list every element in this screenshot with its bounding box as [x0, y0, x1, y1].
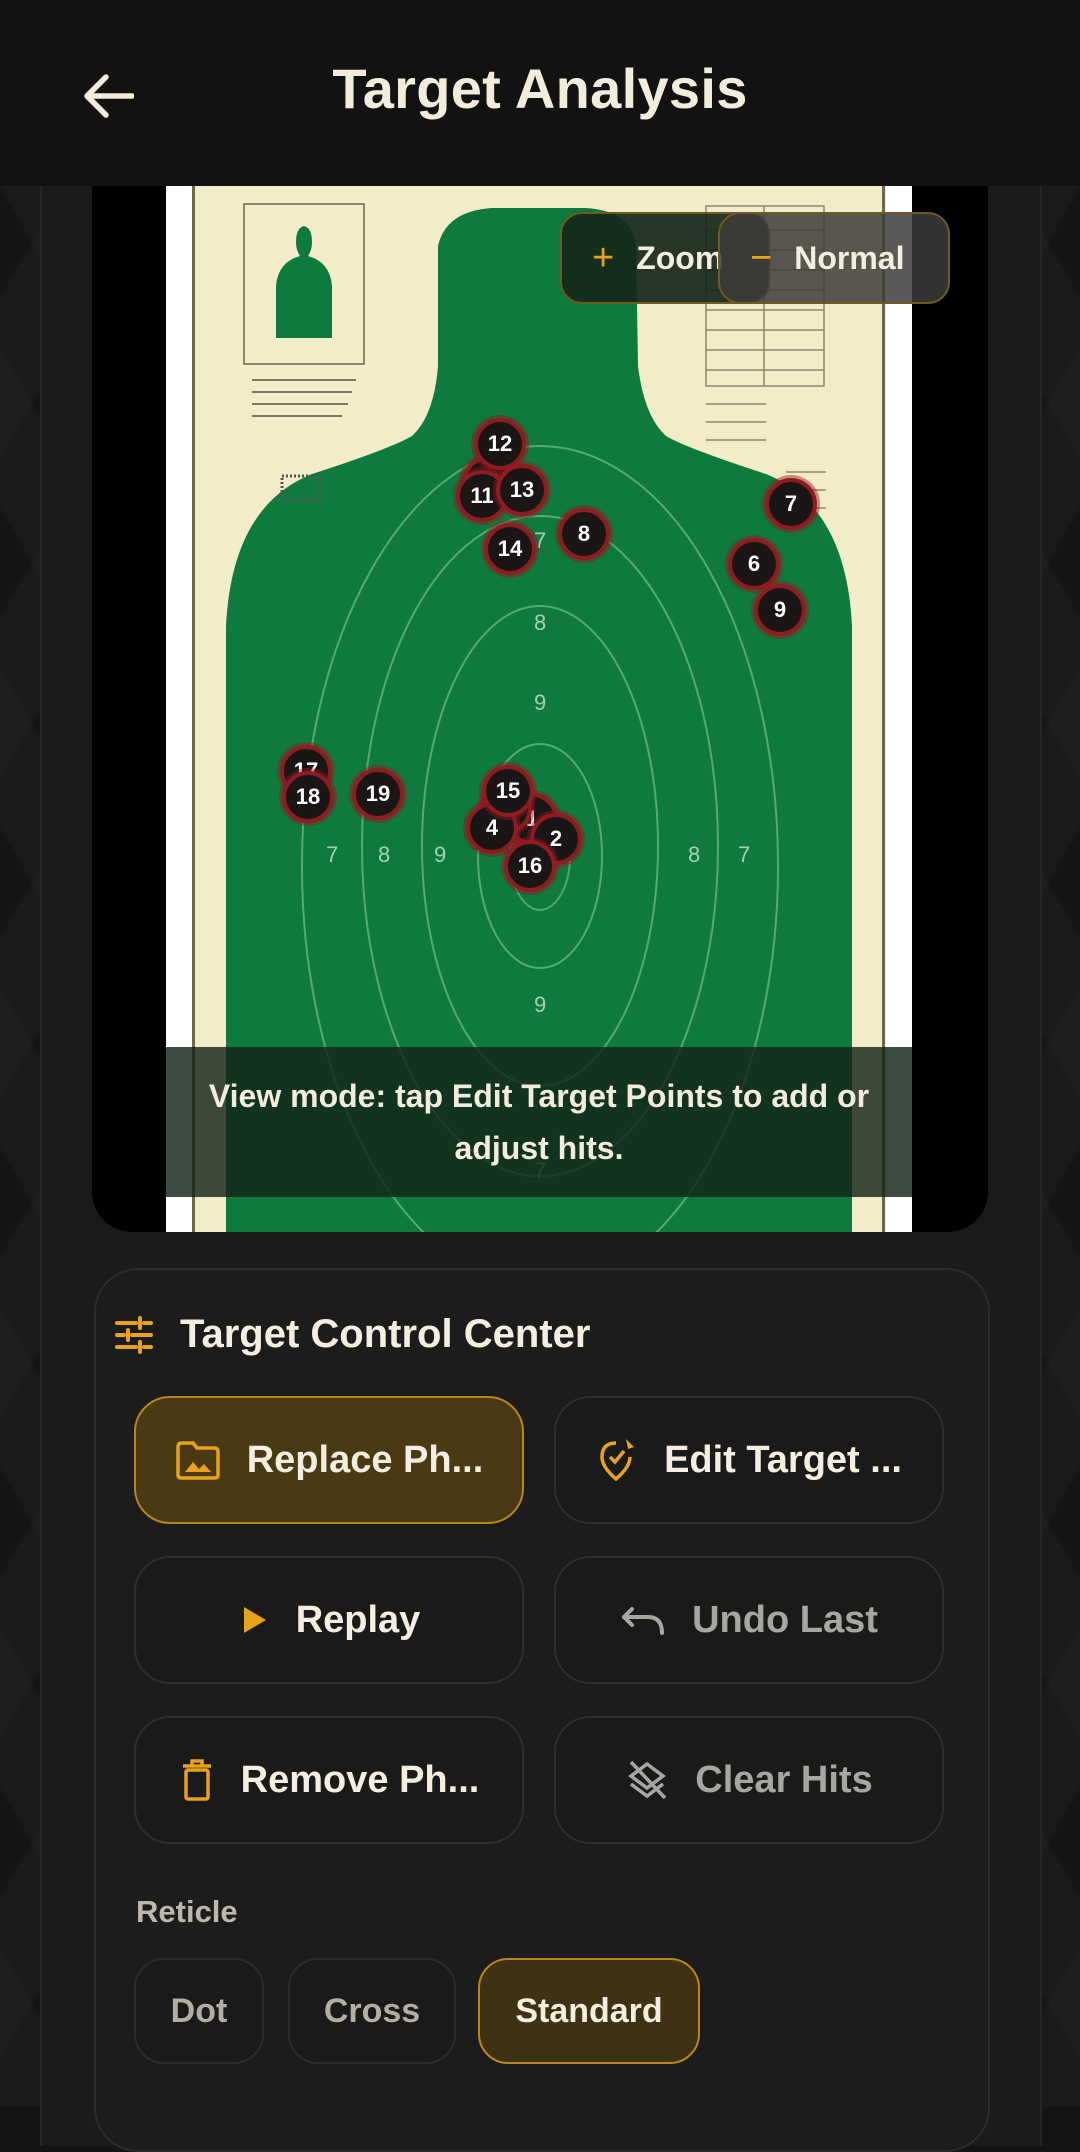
hit-marker[interactable]: 8 — [558, 508, 610, 560]
hit-marker[interactable]: 9 — [754, 584, 806, 636]
hit-marker[interactable]: 16 — [504, 840, 556, 892]
normal-zoom-button[interactable]: − Normal — [718, 212, 950, 304]
undo-last-button[interactable]: Undo Last — [554, 1556, 944, 1684]
card-title-text: Target Control Center — [180, 1312, 591, 1356]
hit-marker[interactable]: 18 — [282, 771, 334, 823]
page-title: Target Analysis — [332, 57, 748, 120]
edit-target-points-button[interactable]: Edit Target ... — [554, 1396, 944, 1524]
replay-button[interactable]: Replay — [134, 1556, 524, 1684]
hit-marker[interactable]: 19 — [352, 768, 404, 820]
ring-label: 8 — [378, 842, 390, 867]
target-image-viewer[interactable]: 7 8 9 7 8 9 8 7 9 7 — [92, 186, 988, 1232]
undo-icon — [620, 1603, 666, 1637]
remove-photo-label: Remove Ph... — [240, 1758, 480, 1801]
reticle-label: Reticle — [136, 1894, 238, 1929]
ring-label: 8 — [688, 842, 700, 867]
replace-photo-button[interactable]: Replace Ph... — [134, 1396, 524, 1524]
remove-photo-button[interactable]: Remove Ph... — [134, 1716, 524, 1844]
replay-label: Replay — [295, 1598, 421, 1641]
edit-location-icon — [596, 1437, 638, 1483]
clear-hits-button[interactable]: Clear Hits — [554, 1716, 944, 1844]
normal-label: Normal — [794, 239, 905, 276]
edit-target-label: Edit Target ... — [664, 1438, 902, 1481]
card-title: Target Control Center — [114, 1312, 590, 1357]
reticle-option-cross[interactable]: Cross — [288, 1958, 456, 2064]
hit-marker[interactable]: 7 — [765, 478, 817, 530]
play-icon — [238, 1604, 270, 1636]
hit-marker[interactable]: 13 — [496, 464, 548, 516]
ring-label: 8 — [534, 610, 546, 635]
undo-last-label: Undo Last — [692, 1598, 878, 1641]
hit-marker[interactable]: 15 — [482, 765, 534, 817]
hit-marker[interactable]: 12 — [474, 418, 526, 470]
plus-icon: + — [592, 237, 615, 279]
photo-folder-icon — [175, 1439, 221, 1481]
ring-label: 9 — [534, 992, 546, 1017]
ring-label: 7 — [738, 842, 750, 867]
ring-label: 9 — [534, 690, 546, 715]
ring-label: 7 — [326, 842, 338, 867]
layers-clear-icon — [625, 1758, 669, 1802]
zoom-label: Zoom — [636, 239, 724, 276]
ring-label: 9 — [434, 842, 446, 867]
clear-hits-label: Clear Hits — [695, 1758, 873, 1801]
replace-photo-label: Replace Ph... — [246, 1438, 484, 1481]
reticle-option-standard[interactable]: Standard — [478, 1958, 700, 2064]
sliders-icon — [115, 1315, 153, 1354]
app-header: Target Analysis — [0, 0, 1080, 186]
reticle-option-dot[interactable]: Dot — [134, 1958, 264, 2064]
minus-icon: − — [750, 237, 773, 279]
hit-marker[interactable]: 6 — [728, 538, 780, 590]
hit-marker[interactable]: 14 — [484, 523, 536, 575]
view-mode-hint: View mode: tap Edit Target Points to add… — [166, 1047, 912, 1197]
trash-icon — [179, 1758, 215, 1802]
